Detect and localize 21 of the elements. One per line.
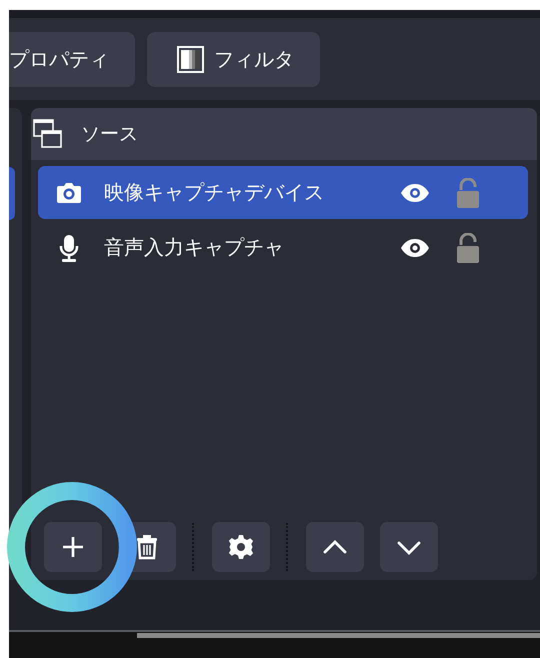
eye-icon[interactable] xyxy=(400,182,430,202)
source-item[interactable]: 音声入力キャプチャ xyxy=(38,221,528,274)
move-down-button[interactable] xyxy=(380,522,438,572)
trash-icon xyxy=(137,535,157,560)
settings-icon xyxy=(228,535,254,559)
eye-icon[interactable] xyxy=(400,238,430,258)
filter-icon xyxy=(177,46,204,72)
filters-button[interactable]: フィルタ xyxy=(147,32,320,86)
properties-button[interactable]: プロパティ xyxy=(9,32,135,86)
settings-button[interactable] xyxy=(212,522,270,572)
add-button[interactable] xyxy=(44,522,102,572)
unlocked-lock-icon[interactable] xyxy=(456,232,480,262)
panel-title: ソース xyxy=(81,122,138,147)
chevron-down-icon xyxy=(398,542,420,555)
chevron-up-icon xyxy=(324,540,346,554)
source-item[interactable]: 映像キャプチャデバイス xyxy=(38,166,528,219)
scrollbar[interactable] xyxy=(137,633,540,638)
camera-icon xyxy=(56,182,82,204)
move-up-button[interactable] xyxy=(306,522,364,572)
plus-icon xyxy=(62,536,84,558)
selected-item-edge xyxy=(9,167,15,220)
